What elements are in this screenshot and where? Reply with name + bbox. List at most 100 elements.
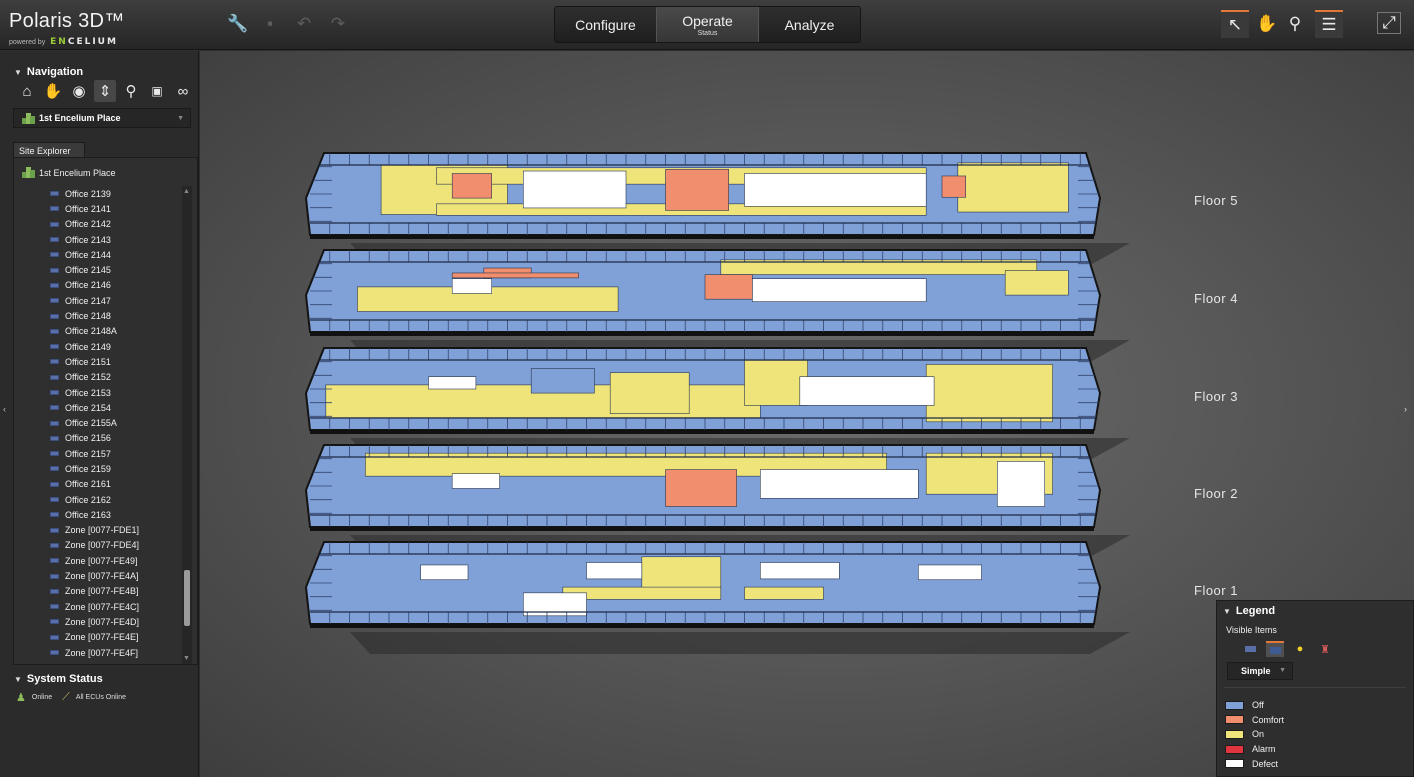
room-icon[interactable] [1266,641,1284,657]
floor-plate[interactable] [304,152,1130,265]
floor-label[interactable]: Floor 1 [1194,583,1238,598]
tree-item[interactable]: Office 2156 [14,431,178,446]
zone-comfort[interactable] [451,272,579,279]
select-pointer-icon[interactable]: ↖ [1221,10,1249,38]
tree-item[interactable]: Office 2152 [14,370,178,385]
collapse-right-arrow[interactable]: › [1404,404,1407,414]
zone-on[interactable] [744,359,809,406]
floor-plate[interactable] [304,347,1130,460]
vertical-move-icon[interactable]: ⇕ [94,80,116,102]
floor-plate[interactable] [304,444,1130,557]
tree-item[interactable]: Office 2149 [14,339,178,354]
floor-plate[interactable] [304,541,1130,654]
tree-root[interactable]: 1st Encelium Place [22,167,116,178]
zone-on[interactable] [609,372,690,414]
zone-comfort[interactable] [451,173,492,199]
pan-hand-icon[interactable]: ✋ [1253,10,1281,38]
fullscreen-icon[interactable]: ⤢ [1377,12,1401,34]
zone-defect[interactable] [420,564,469,581]
zone-off[interactable] [530,368,595,394]
zone-comfort[interactable] [941,175,967,198]
zone-on[interactable] [957,162,1069,213]
zone-defect[interactable] [752,278,927,302]
tree-item[interactable]: Zone [0077-FE4A] [14,568,178,583]
navigation-header[interactable]: ▼ Navigation [14,66,83,78]
tree-item[interactable]: Zone [0077-FE4B] [14,584,178,599]
explorer-scrollbar[interactable]: ▲ ▼ [182,186,192,664]
tree-item[interactable]: Office 2148A [14,324,178,339]
hand-icon[interactable]: ✋ [42,80,64,102]
zone-on[interactable] [641,556,722,590]
zone-defect[interactable] [451,473,500,489]
tree-item[interactable]: Office 2139 [14,186,178,201]
tree-item[interactable]: Zone [0077-FE4E] [14,630,178,645]
tree-item[interactable]: Office 2142 [14,217,178,232]
zone-defect[interactable] [759,562,840,580]
floor-label[interactable]: Floor 5 [1194,193,1238,208]
tree-item[interactable]: Office 2148 [14,308,178,323]
zone-defect[interactable] [996,461,1045,507]
floor-label[interactable]: Floor 3 [1194,389,1238,404]
scroll-down-icon[interactable]: ▼ [183,655,190,662]
tree-item[interactable]: Office 2146 [14,278,178,293]
checklist-icon[interactable]: ☰ [1315,10,1343,38]
tree-item[interactable]: Zone [0077-FE4C] [14,599,178,614]
tree-item[interactable]: Office 2162 [14,492,178,507]
building-icon[interactable]: ♜ [1316,641,1334,657]
tree-item[interactable]: Office 2155A [14,415,178,430]
binoculars-icon[interactable]: ∞ [172,80,194,102]
tab-configure[interactable]: Configure [555,7,656,42]
home-icon[interactable]: ⌂ [16,80,38,102]
zone-comfort[interactable] [665,469,737,507]
collapse-left-arrow[interactable]: ‹ [3,404,6,414]
tab-analyze[interactable]: Analyze [759,7,860,42]
wrench-icon[interactable]: 🔧 [226,12,250,36]
zone-defect[interactable] [744,173,927,207]
tree-item[interactable]: Office 2163 [14,507,178,522]
zone-icon[interactable] [1241,641,1259,657]
scroll-up-icon[interactable]: ▲ [183,188,190,195]
floor-label[interactable]: Floor 4 [1194,291,1238,306]
zone-defect[interactable] [451,278,492,294]
zoom-icon[interactable]: ⚲ [120,80,142,102]
tree-item[interactable]: Office 2154 [14,400,178,415]
tree-item[interactable]: Office 2153 [14,385,178,400]
floor-label[interactable]: Floor 2 [1194,486,1238,501]
lightbulb-icon[interactable]: ● [1291,641,1309,657]
zoom-icon[interactable]: ⚲ [1281,10,1309,38]
tree-item[interactable]: Office 2145 [14,262,178,277]
tree-item[interactable]: Zone [0077-FE49] [14,553,178,568]
scrollbar-thumb[interactable] [184,570,190,626]
zone-comfort[interactable] [704,274,753,300]
tree-item[interactable]: Office 2147 [14,293,178,308]
view-2d-icon[interactable]: ▣ [146,80,168,102]
zone-defect[interactable] [917,564,982,581]
legend-header[interactable]: ▼ Legend [1223,605,1275,617]
tree-item[interactable]: Office 2157 [14,446,178,461]
zone-defect[interactable] [799,376,935,406]
zone-defect[interactable] [759,469,919,499]
zone-defect[interactable] [428,376,477,390]
tab-operate[interactable]: Operate Status [656,7,759,42]
system-status-header[interactable]: ▼ System Status [14,673,103,685]
legend-mode-select[interactable]: Simple ▼ [1227,662,1293,680]
tab-site-explorer[interactable]: Site Explorer [13,142,85,158]
tree-item[interactable]: Zone [0077-FE4D] [14,614,178,629]
tree-item[interactable]: Office 2144 [14,247,178,262]
zone-comfort[interactable] [665,169,730,211]
save-icon[interactable]: ▪ [258,12,282,36]
tree-item[interactable]: Office 2151 [14,354,178,369]
tree-item[interactable]: Office 2143 [14,232,178,247]
tree-item[interactable]: Office 2159 [14,461,178,476]
site-select[interactable]: 1st Encelium Place ▼ [13,108,191,128]
tree-item[interactable]: Zone [0077-FDE4] [14,538,178,553]
tree-item[interactable]: Office 2141 [14,201,178,216]
zone-on[interactable] [744,586,824,600]
zone-on[interactable] [925,364,1053,423]
orbit-eye-icon[interactable]: ◉ [68,80,90,102]
tree-item[interactable]: Zone [0077-FDE1] [14,523,178,538]
undo-icon[interactable]: ↶ [292,12,316,36]
zone-defect[interactable] [522,170,627,209]
floor-plate[interactable] [304,249,1130,362]
tree-item[interactable]: Office 2161 [14,477,178,492]
